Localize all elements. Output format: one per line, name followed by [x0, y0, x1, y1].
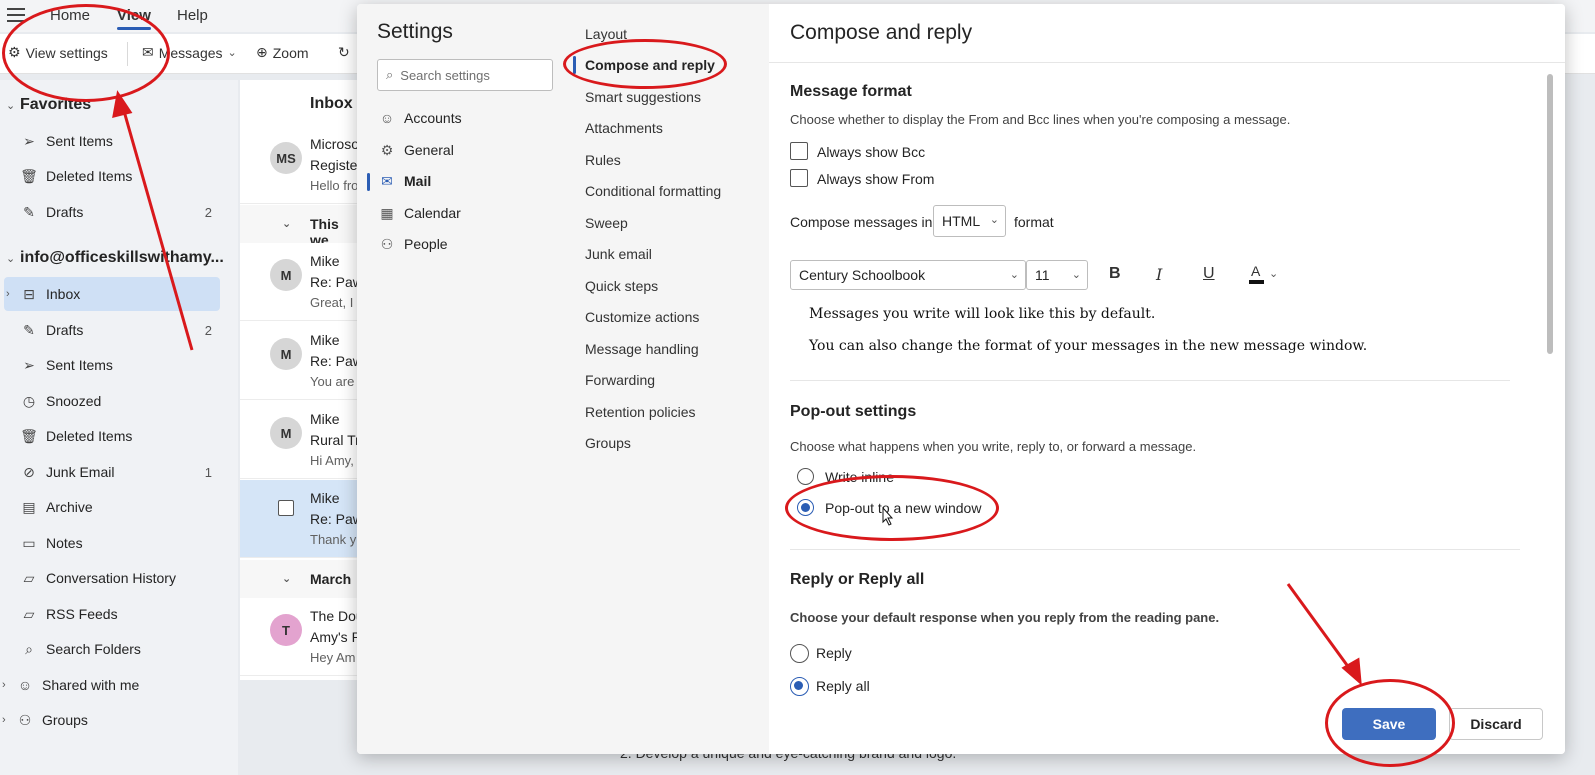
mouse-cursor-icon: [882, 506, 894, 526]
annotation-arrow: [1286, 583, 1354, 673]
annotation-arrow: [120, 103, 194, 351]
annotation-arrows: [112, 90, 1362, 686]
annotation-arrowhead: [112, 90, 133, 119]
